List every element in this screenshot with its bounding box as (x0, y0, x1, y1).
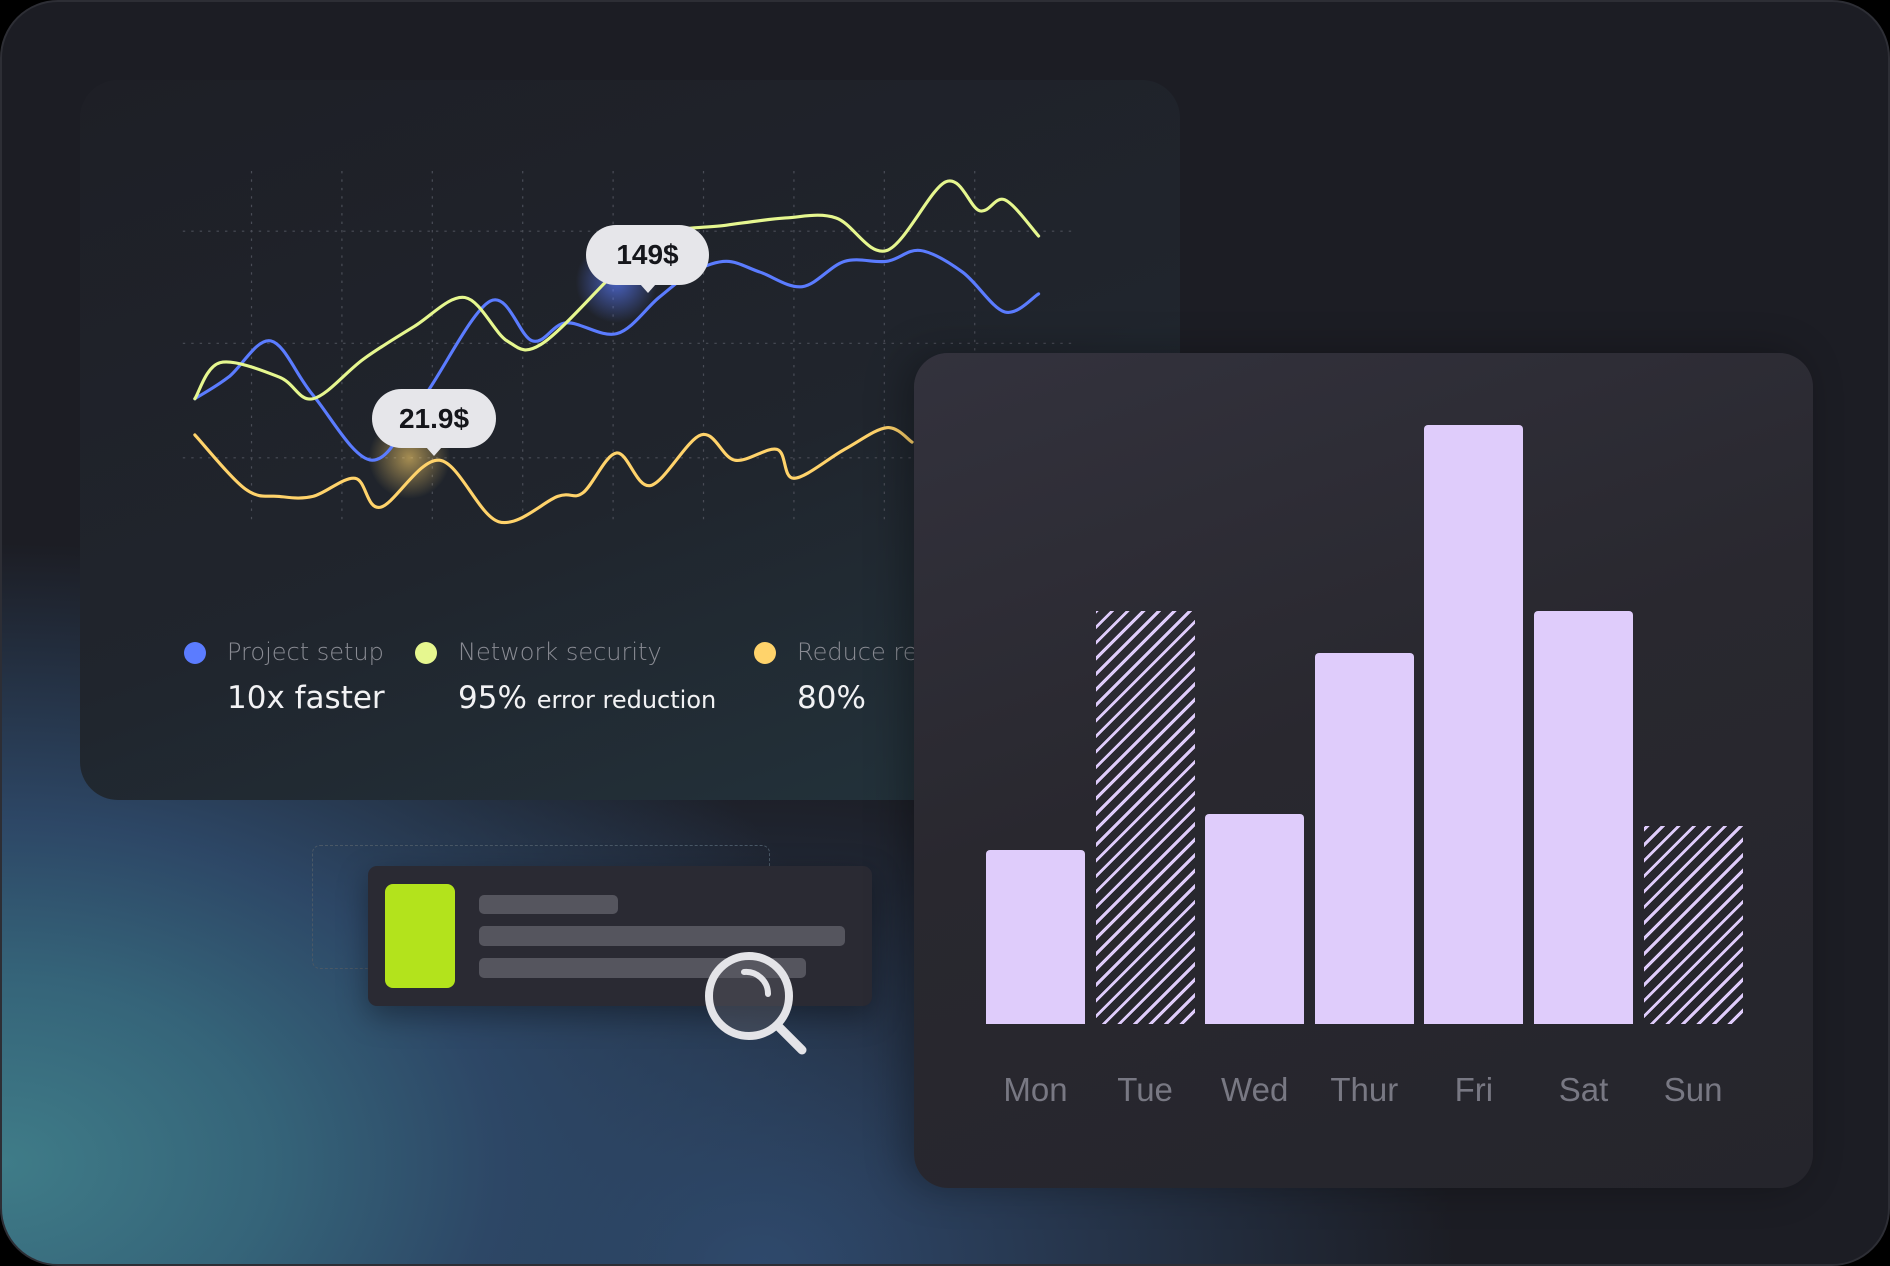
search-result-card[interactable] (368, 866, 872, 1006)
legend-dot-project-setup (184, 642, 206, 664)
legend-value-network-security: 95% error reduction (458, 680, 716, 716)
legend-label-network-security: Network security (458, 638, 662, 666)
legend-label-reduce: Reduce res (797, 638, 914, 666)
tooltip-149: 149$ (586, 225, 709, 293)
bar-sat (1534, 610, 1633, 1024)
legend-dot-reduce (754, 642, 776, 664)
series-line-reduce-res (193, 426, 914, 525)
bar-wed (1205, 814, 1305, 1024)
bar-thur (1314, 652, 1414, 1024)
legend-value-suffix: error reduction (536, 686, 717, 714)
legend-value-number: 95% (458, 680, 527, 716)
card-thumbnail (385, 884, 455, 988)
legend-value-project-setup: 10x faster (227, 680, 385, 716)
bar-fri (1424, 425, 1524, 1024)
bar-tue (1095, 610, 1195, 1024)
tooltip-21-9: 21.9$ (372, 389, 496, 456)
bar-mon (986, 850, 1085, 1024)
placeholder-line (479, 895, 618, 914)
bar-label-sun: Sun (1663, 1071, 1723, 1108)
bar-chart-panel: Mon Tue Wed Thur Fri Sat Sun (914, 353, 1813, 1188)
legend-dot-network-security (415, 642, 437, 664)
placeholder-line (479, 926, 845, 946)
legend-value-reduce: 80% (797, 680, 866, 716)
legend-label-project-setup: Project setup (227, 638, 384, 666)
bar-sun (1643, 826, 1743, 1024)
app-frame: 149$ 21.9$ Project setup 10x faster Netw… (0, 0, 1890, 1266)
placeholder-line (479, 958, 806, 978)
